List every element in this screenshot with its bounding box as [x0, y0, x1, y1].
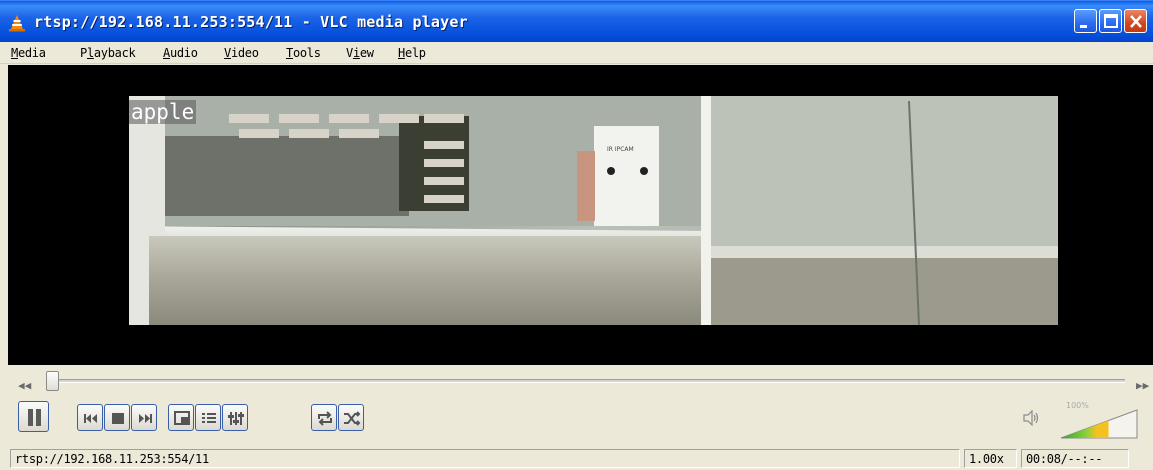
menu-video[interactable]: Video	[224, 46, 259, 60]
shuffle-button[interactable]	[338, 404, 364, 431]
playlist-button[interactable]	[195, 404, 221, 431]
menu-playback[interactable]: Playback	[80, 46, 136, 60]
menu-bar: Media Playback Audio Video Tools View He…	[0, 42, 1153, 64]
shuffle-icon	[344, 411, 361, 426]
extended-settings-button[interactable]	[222, 404, 248, 431]
video-scene: IR IPCAM	[129, 96, 1058, 325]
loop-icon	[318, 411, 332, 426]
stop-icon	[112, 413, 124, 424]
menu-tools[interactable]: Tools	[286, 46, 321, 60]
status-url: rtsp://192.168.11.253:554/11	[10, 449, 960, 468]
volume-level-fill	[1061, 420, 1109, 438]
title-bar[interactable]: rtsp://192.168.11.253:554/11 - VLC media…	[0, 0, 1153, 42]
window-title: rtsp://192.168.11.253:554/11 - VLC media…	[34, 13, 468, 31]
volume-slider[interactable]	[1059, 408, 1139, 440]
window-left-border	[0, 64, 8, 470]
status-bar: rtsp://192.168.11.253:554/11 1.00x 00:08…	[8, 447, 1153, 470]
minimize-button[interactable]	[1074, 9, 1097, 33]
stop-button[interactable]	[104, 404, 130, 431]
seek-bar[interactable]	[52, 379, 1125, 383]
playback-speed[interactable]: 1.00x	[964, 449, 1017, 468]
seek-backward-icon[interactable]: ◀◀	[18, 379, 31, 392]
next-icon	[139, 414, 152, 423]
video-area[interactable]: IR IPCAM apple	[8, 65, 1153, 365]
time-display[interactable]: 00:08/--:--	[1021, 449, 1129, 468]
loop-button[interactable]	[311, 404, 337, 431]
minimize-icon	[1080, 25, 1087, 28]
vlc-cone-icon	[9, 15, 25, 32]
osd-title: apple	[129, 100, 197, 124]
maximize-button[interactable]	[1099, 9, 1122, 33]
close-icon	[1130, 15, 1142, 28]
menu-view[interactable]: View	[346, 46, 374, 60]
playlist-icon	[202, 413, 216, 423]
next-button[interactable]	[131, 404, 157, 431]
menu-help[interactable]: Help	[398, 46, 426, 60]
pause-button[interactable]	[18, 401, 49, 432]
extended-settings-icon	[228, 412, 244, 425]
speaker-icon[interactable]	[1022, 410, 1040, 426]
controls-panel: ◀◀ ▶▶ 100%	[8, 366, 1153, 445]
fullscreen-icon	[174, 411, 190, 425]
previous-button[interactable]	[77, 404, 103, 431]
seek-forward-icon[interactable]: ▶▶	[1136, 379, 1149, 392]
close-button[interactable]	[1124, 9, 1147, 33]
fullscreen-button[interactable]	[168, 404, 194, 431]
video-frame: IR IPCAM apple	[129, 96, 1058, 325]
maximize-icon	[1104, 14, 1118, 28]
previous-icon	[84, 414, 97, 423]
pause-icon	[28, 409, 41, 426]
seek-handle[interactable]	[46, 371, 59, 391]
ipcam-box-label: IR IPCAM	[607, 146, 634, 153]
menu-media[interactable]: Media	[11, 46, 46, 60]
menu-audio[interactable]: Audio	[163, 46, 198, 60]
